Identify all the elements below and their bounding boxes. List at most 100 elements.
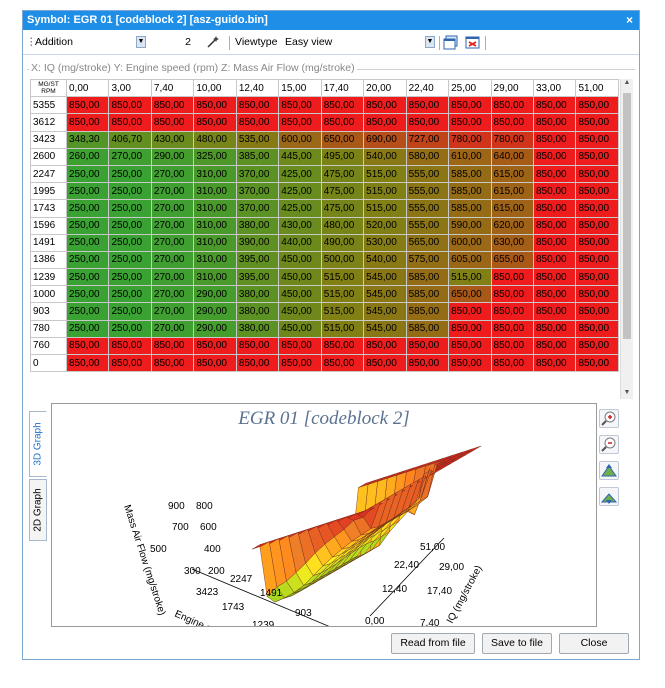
- map-cell[interactable]: 585,00: [405, 302, 450, 321]
- map-cell[interactable]: 850,00: [320, 336, 365, 356]
- map-cell[interactable]: 850,00: [532, 216, 577, 235]
- map-cell[interactable]: 450,00: [278, 319, 322, 338]
- map-cell[interactable]: 310,00: [193, 233, 237, 252]
- map-cell[interactable]: 545,00: [363, 285, 407, 304]
- map-cell[interactable]: 250,00: [65, 250, 110, 270]
- map-cell[interactable]: 290,00: [193, 302, 237, 321]
- map-cell[interactable]: 380,00: [235, 319, 280, 338]
- map-cell[interactable]: 310,00: [193, 268, 237, 287]
- map-cell[interactable]: 600,00: [448, 233, 492, 252]
- map-cell[interactable]: 850,00: [490, 96, 534, 115]
- map-cell[interactable]: 850,00: [108, 96, 152, 115]
- map-cell[interactable]: 250,00: [108, 233, 152, 252]
- map-cell[interactable]: 850,00: [65, 353, 110, 373]
- map-cell[interactable]: 270,00: [150, 182, 195, 201]
- map-cell[interactable]: 850,00: [575, 130, 619, 149]
- map-cell[interactable]: 270,00: [150, 216, 195, 235]
- map-cell[interactable]: 250,00: [108, 216, 152, 235]
- map-cell[interactable]: 850,00: [448, 96, 492, 115]
- map-cell[interactable]: 430,00: [278, 216, 322, 235]
- map-cell[interactable]: 850,00: [532, 285, 577, 304]
- map-cell[interactable]: 450,00: [278, 302, 322, 321]
- map-cell[interactable]: 250,00: [108, 302, 152, 321]
- rotate-up-button[interactable]: [599, 461, 619, 480]
- map-cell[interactable]: 406,70: [108, 130, 152, 149]
- map-cell[interactable]: 850,00: [532, 130, 577, 149]
- surface-plot[interactable]: Mass Air Flow (mg/stroke) 900 800 700 600 500…: [52, 404, 596, 626]
- map-cell[interactable]: 850,00: [575, 182, 619, 201]
- map-cell[interactable]: 850,00: [235, 96, 280, 115]
- read-from-file-button[interactable]: Read from file: [391, 633, 475, 654]
- map-cell[interactable]: 290,00: [150, 147, 195, 166]
- map-cell[interactable]: 585,00: [405, 268, 450, 287]
- map-cell[interactable]: 555,00: [405, 164, 450, 184]
- map-cell[interactable]: 650,00: [448, 285, 492, 304]
- map-cell[interactable]: 850,00: [575, 216, 619, 235]
- map-cell[interactable]: 850,00: [575, 199, 619, 218]
- map-cell[interactable]: 425,00: [278, 164, 322, 184]
- map-cell[interactable]: 850,00: [490, 285, 534, 304]
- map-cell[interactable]: 515,00: [363, 164, 407, 184]
- map-cell[interactable]: 290,00: [193, 319, 237, 338]
- map-cell[interactable]: 615,00: [490, 199, 534, 218]
- map-cell[interactable]: 270,00: [150, 250, 195, 270]
- map-cell[interactable]: 850,00: [193, 353, 237, 373]
- map-cell[interactable]: 850,00: [448, 302, 492, 321]
- map-cell[interactable]: 370,00: [235, 182, 280, 201]
- map-cell[interactable]: 850,00: [150, 336, 195, 356]
- map-cell[interactable]: 630,00: [490, 233, 534, 252]
- map-cell[interactable]: 515,00: [363, 182, 407, 201]
- map-cell[interactable]: 585,00: [405, 285, 450, 304]
- map-cell[interactable]: 545,00: [363, 319, 407, 338]
- map-cell[interactable]: 490,00: [320, 233, 365, 252]
- map-cell[interactable]: 850,00: [150, 96, 195, 115]
- map-cell[interactable]: 250,00: [65, 182, 110, 201]
- map-cell[interactable]: 370,00: [235, 199, 280, 218]
- map-cell[interactable]: 450,00: [278, 250, 322, 270]
- map-cell[interactable]: 515,00: [363, 199, 407, 218]
- operation-value-input[interactable]: 2: [171, 35, 191, 50]
- map-cell[interactable]: 380,00: [235, 216, 280, 235]
- map-cell[interactable]: 850,00: [405, 336, 450, 356]
- map-cell[interactable]: 250,00: [108, 182, 152, 201]
- map-cell[interactable]: 348,30: [65, 130, 110, 149]
- map-cell[interactable]: 535,00: [235, 130, 280, 149]
- map-cell[interactable]: 850,00: [405, 96, 450, 115]
- map-cell[interactable]: 850,00: [193, 96, 237, 115]
- map-cell[interactable]: 515,00: [320, 302, 365, 321]
- map-cell[interactable]: 310,00: [193, 182, 237, 201]
- map-cell[interactable]: 850,00: [490, 268, 534, 287]
- map-cell[interactable]: 310,00: [193, 164, 237, 184]
- map-cell[interactable]: 270,00: [150, 285, 195, 304]
- map-cell[interactable]: 520,00: [363, 216, 407, 235]
- map-cell[interactable]: 850,00: [575, 147, 619, 166]
- viewtype-select[interactable]: Easy view: [285, 35, 425, 50]
- map-cell[interactable]: 250,00: [65, 268, 110, 287]
- map-cell[interactable]: 650,00: [320, 130, 365, 149]
- map-cell[interactable]: 270,00: [150, 164, 195, 184]
- map-cell[interactable]: 395,00: [235, 250, 280, 270]
- map-cell[interactable]: 310,00: [193, 216, 237, 235]
- map-cell[interactable]: 270,00: [150, 302, 195, 321]
- map-cell[interactable]: 585,00: [448, 182, 492, 201]
- map-cell[interactable]: 850,00: [65, 96, 110, 115]
- map-cell[interactable]: 850,00: [363, 336, 407, 356]
- map-cell[interactable]: 850,00: [532, 319, 577, 338]
- map-cell[interactable]: 850,00: [532, 164, 577, 184]
- map-cell[interactable]: 575,00: [405, 250, 450, 270]
- map-cell[interactable]: 325,00: [193, 147, 237, 166]
- map-cell[interactable]: 250,00: [65, 285, 110, 304]
- map-cell[interactable]: 850,00: [575, 319, 619, 338]
- map-cell[interactable]: 850,00: [278, 336, 322, 356]
- map-cell[interactable]: 850,00: [575, 96, 619, 115]
- map-cell[interactable]: 610,00: [448, 147, 492, 166]
- map-cell[interactable]: 450,00: [278, 285, 322, 304]
- map-cell[interactable]: 850,00: [448, 353, 492, 373]
- map-cell[interactable]: 850,00: [490, 336, 534, 356]
- map-cell[interactable]: 850,00: [65, 113, 110, 132]
- close-icon[interactable]: ×: [626, 11, 633, 30]
- map-cell[interactable]: 310,00: [193, 199, 237, 218]
- map-cell[interactable]: 850,00: [532, 353, 577, 373]
- map-cell[interactable]: 640,00: [490, 147, 534, 166]
- map-cell[interactable]: 620,00: [490, 216, 534, 235]
